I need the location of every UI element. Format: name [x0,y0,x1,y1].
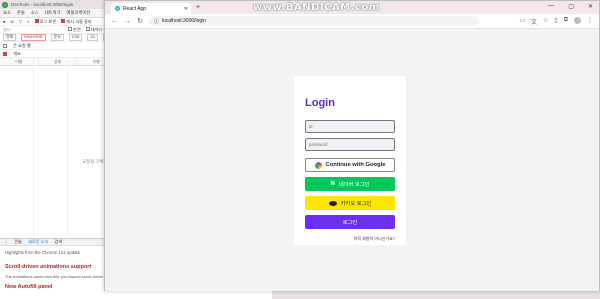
back-arrow-icon[interactable]: ← [111,18,118,25]
google-icon [314,161,322,169]
forward-arrow-icon[interactable]: → [124,18,131,25]
filter-fetch[interactable]: Fetch/XHR [21,34,46,41]
invert-label: 반전 [73,26,81,32]
preserve-log-checkbox[interactable]: 로그 보존 [34,18,57,25]
naver-login-label: 네이버 로그인 [338,182,370,188]
browser-tab[interactable]: React App ✕ [111,3,191,14]
disable-cache-label: 캐시 사용 중지 [66,18,92,24]
browser-tabbar: React App ✕ + www.BANDICAM.com — ▢ ✕ [105,1,599,14]
extensions-icon[interactable]: ⧉ [564,17,568,26]
address-bar-row: ← → ↻ ⓘ localhost:3000/login ▭ 文 ☆ ▯ ⧉ ⋮ [105,14,599,29]
translate-icon[interactable]: 文 [531,17,537,26]
chrome-icon [2,1,8,8]
google-login-label: Continue with Google [325,162,386,168]
kakao-login-label: 카카오 로그인 [340,201,372,207]
update-highlights-text: Highlights from the Chrome 124 update [5,250,80,255]
invert-checkbox[interactable]: 반전 [68,27,81,33]
profile-avatar[interactable] [574,16,581,24]
new-tab-icon[interactable]: + [196,4,200,11]
disable-cache-checkbox[interactable]: 캐시 사용 중지 [61,18,92,25]
menu-dots-icon[interactable]: ⋮ [587,17,593,26]
tab-network[interactable]: 네트워크 [45,10,61,16]
tab-application[interactable]: 애플리케이션 [67,10,91,16]
autofill-panel-link[interactable]: New Autofill panel [5,284,52,290]
login-card: Login Continue with Google N 네이버 로그인 카카오… [294,76,406,245]
signup-link[interactable]: 아직 회원이 아니신가요? [354,236,395,242]
url-text: localhost:3000/login [161,18,207,24]
filter-doc[interactable]: 문서 [50,34,64,41]
page-viewport: Login Continue with Google N 네이버 로그인 카카오… [105,30,599,291]
filter-css[interactable]: CSS [68,34,83,41]
filter-js[interactable]: JS [87,34,98,41]
big-rows-label: 큰 요청 행 [13,42,31,48]
scroll-animations-link[interactable]: Scroll-driven animations support [5,264,91,270]
browser-window: React App ✕ + www.BANDICAM.com — ▢ ✕ ← →… [104,0,600,291]
drawer-menu-icon[interactable]: ⋮ [4,240,8,245]
naver-login-button[interactable]: N 네이버 로그인 [305,177,395,191]
window-controls: — ▢ ✕ [548,3,593,10]
naver-icon: N [330,181,335,187]
browser-toolbar-icons: ▭ 文 ☆ ▯ ⧉ ⋮ [519,16,599,26]
tab-elements[interactable]: 요소 [3,10,11,16]
filter-all[interactable]: 전체 [3,34,16,41]
bandicam-watermark: www.BANDICAM.com [253,2,380,13]
site-info-icon[interactable]: ⓘ [154,18,159,25]
browser-tab-title: React App [123,5,147,12]
id-input[interactable] [305,120,395,133]
close-tab-icon[interactable]: ✕ [184,6,188,12]
search-icon[interactable]: ⌕ [27,19,29,24]
overview-label: 개요 [13,50,21,56]
react-icon [115,6,120,11]
sidebar-icon[interactable]: ▯ [554,17,557,26]
drawer-tab-whats-new[interactable]: 새로운 소식 [28,239,48,245]
address-bar[interactable]: ⓘ localhost:3000/login [148,16,479,26]
login-submit-button[interactable]: 로그인 [305,215,395,229]
maximize-icon[interactable]: ▢ [568,3,574,10]
minimize-icon[interactable]: — [548,3,554,10]
kakao-chat-icon [328,200,337,206]
clear-icon[interactable]: ⊘ [11,19,15,24]
tab-console[interactable]: 콘솔 [17,10,25,16]
record-icon[interactable]: ● [3,19,6,24]
kakao-login-button[interactable]: 카카오 로그인 [305,196,395,210]
reload-icon[interactable]: ↻ [137,17,143,25]
bookmark-star-icon[interactable]: ☆ [543,17,548,26]
login-title: Login [305,97,335,109]
drawer-tab-console[interactable]: 콘솔 [14,239,22,245]
devtools-title: DevTools - localhost:3000/login [11,2,74,7]
close-window-icon[interactable]: ✕ [588,3,593,10]
password-input[interactable] [305,138,395,151]
tab-sources[interactable]: 소스 [31,10,39,16]
cast-icon[interactable]: ▭ [519,17,525,26]
login-submit-label: 로그인 [342,220,358,226]
google-login-button[interactable]: Continue with Google [305,158,395,172]
filter-input[interactable]: 필터 [3,27,63,33]
filter-icon[interactable]: ▽ [19,19,22,24]
preserve-log-label: 로그 보존 [39,18,57,24]
drawer-tab-search[interactable]: 검색 [54,239,62,245]
